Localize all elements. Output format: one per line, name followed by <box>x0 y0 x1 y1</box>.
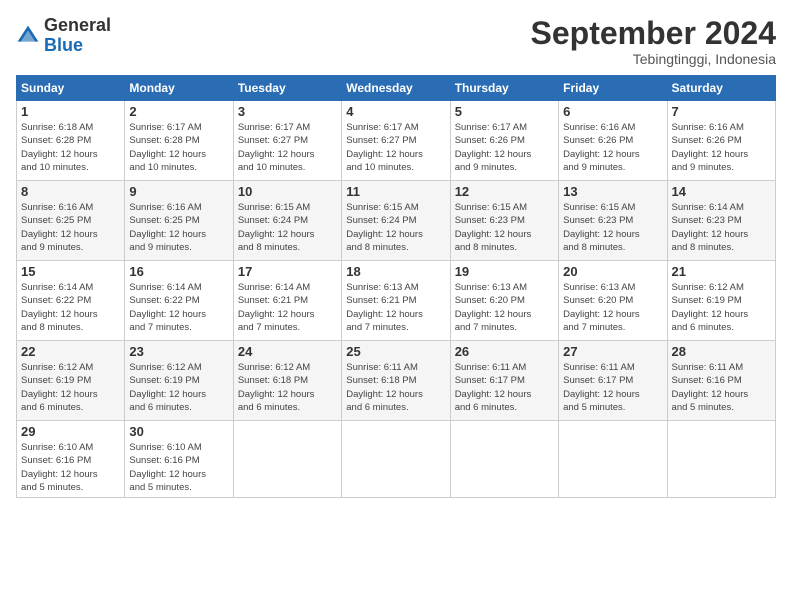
day-8: 8 Sunrise: 6:16 AM Sunset: 6:25 PM Dayli… <box>17 181 125 261</box>
col-tuesday: Tuesday <box>233 76 341 101</box>
week-row-5: 29 Sunrise: 6:10 AM Sunset: 6:16 PM Dayl… <box>17 421 776 498</box>
day-22: 22 Sunrise: 6:12 AM Sunset: 6:19 PM Dayl… <box>17 341 125 421</box>
day-24: 24 Sunrise: 6:12 AM Sunset: 6:18 PM Dayl… <box>233 341 341 421</box>
day-9: 9 Sunrise: 6:16 AM Sunset: 6:25 PM Dayli… <box>125 181 233 261</box>
empty-cell-4 <box>559 421 667 498</box>
empty-cell-2 <box>342 421 450 498</box>
day-13: 13 Sunrise: 6:15 AM Sunset: 6:23 PM Dayl… <box>559 181 667 261</box>
location-subtitle: Tebingtinggi, Indonesia <box>531 51 776 67</box>
day-10: 10 Sunrise: 6:15 AM Sunset: 6:24 PM Dayl… <box>233 181 341 261</box>
day-12: 12 Sunrise: 6:15 AM Sunset: 6:23 PM Dayl… <box>450 181 558 261</box>
day-19: 19 Sunrise: 6:13 AM Sunset: 6:20 PM Dayl… <box>450 261 558 341</box>
day-7: 7 Sunrise: 6:16 AM Sunset: 6:26 PM Dayli… <box>667 101 775 181</box>
col-wednesday: Wednesday <box>342 76 450 101</box>
col-friday: Friday <box>559 76 667 101</box>
calendar-table: Sunday Monday Tuesday Wednesday Thursday… <box>16 75 776 498</box>
day-27: 27 Sunrise: 6:11 AM Sunset: 6:17 PM Dayl… <box>559 341 667 421</box>
day-30: 30 Sunrise: 6:10 AM Sunset: 6:16 PM Dayl… <box>125 421 233 498</box>
col-saturday: Saturday <box>667 76 775 101</box>
col-monday: Monday <box>125 76 233 101</box>
empty-cell-1 <box>233 421 341 498</box>
day-15: 15 Sunrise: 6:14 AM Sunset: 6:22 PM Dayl… <box>17 261 125 341</box>
empty-cell-5 <box>667 421 775 498</box>
title-block: September 2024 Tebingtinggi, Indonesia <box>531 16 776 67</box>
day-11: 11 Sunrise: 6:15 AM Sunset: 6:24 PM Dayl… <box>342 181 450 261</box>
day-21: 21 Sunrise: 6:12 AM Sunset: 6:19 PM Dayl… <box>667 261 775 341</box>
header: General Blue September 2024 Tebingtinggi… <box>16 16 776 67</box>
week-row-1: 1 Sunrise: 6:18 AM Sunset: 6:28 PM Dayli… <box>17 101 776 181</box>
calendar-page: General Blue September 2024 Tebingtinggi… <box>0 0 792 612</box>
day-23: 23 Sunrise: 6:12 AM Sunset: 6:19 PM Dayl… <box>125 341 233 421</box>
day-5: 5 Sunrise: 6:17 AM Sunset: 6:26 PM Dayli… <box>450 101 558 181</box>
day-17: 17 Sunrise: 6:14 AM Sunset: 6:21 PM Dayl… <box>233 261 341 341</box>
logo-icon <box>16 24 40 48</box>
col-thursday: Thursday <box>450 76 558 101</box>
day-14: 14 Sunrise: 6:14 AM Sunset: 6:23 PM Dayl… <box>667 181 775 261</box>
empty-cell-3 <box>450 421 558 498</box>
day-1: 1 Sunrise: 6:18 AM Sunset: 6:28 PM Dayli… <box>17 101 125 181</box>
day-6: 6 Sunrise: 6:16 AM Sunset: 6:26 PM Dayli… <box>559 101 667 181</box>
col-sunday: Sunday <box>17 76 125 101</box>
day-28: 28 Sunrise: 6:11 AM Sunset: 6:16 PM Dayl… <box>667 341 775 421</box>
logo-blue-text: Blue <box>44 35 83 55</box>
month-title: September 2024 <box>531 16 776 51</box>
week-row-4: 22 Sunrise: 6:12 AM Sunset: 6:19 PM Dayl… <box>17 341 776 421</box>
logo: General Blue <box>16 16 111 56</box>
day-16: 16 Sunrise: 6:14 AM Sunset: 6:22 PM Dayl… <box>125 261 233 341</box>
day-20: 20 Sunrise: 6:13 AM Sunset: 6:20 PM Dayl… <box>559 261 667 341</box>
day-18: 18 Sunrise: 6:13 AM Sunset: 6:21 PM Dayl… <box>342 261 450 341</box>
day-3: 3 Sunrise: 6:17 AM Sunset: 6:27 PM Dayli… <box>233 101 341 181</box>
logo-general-text: General <box>44 15 111 35</box>
day-26: 26 Sunrise: 6:11 AM Sunset: 6:17 PM Dayl… <box>450 341 558 421</box>
day-4: 4 Sunrise: 6:17 AM Sunset: 6:27 PM Dayli… <box>342 101 450 181</box>
day-29: 29 Sunrise: 6:10 AM Sunset: 6:16 PM Dayl… <box>17 421 125 498</box>
week-row-2: 8 Sunrise: 6:16 AM Sunset: 6:25 PM Dayli… <box>17 181 776 261</box>
day-25: 25 Sunrise: 6:11 AM Sunset: 6:18 PM Dayl… <box>342 341 450 421</box>
day-2: 2 Sunrise: 6:17 AM Sunset: 6:28 PM Dayli… <box>125 101 233 181</box>
week-row-3: 15 Sunrise: 6:14 AM Sunset: 6:22 PM Dayl… <box>17 261 776 341</box>
